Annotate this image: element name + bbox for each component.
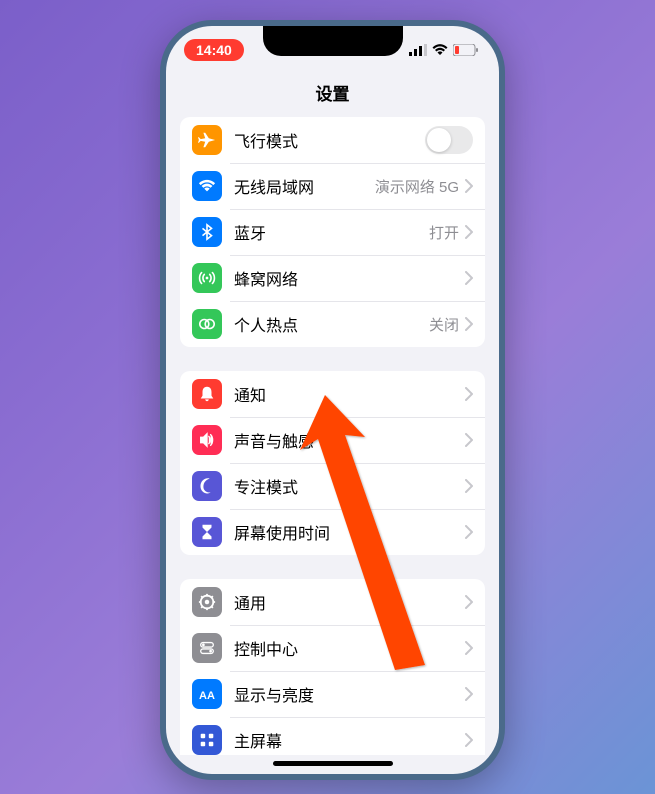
settings-group-connectivity: 飞行模式 无线局域网 演示网络 5G 蓝牙 打开 [180,117,485,347]
cellular-icon [192,263,222,293]
row-label: 无线局域网 [234,174,375,198]
wifi-status-icon [432,44,448,56]
gear-icon [192,587,222,617]
row-label: 声音与触感 [234,428,465,452]
text-size-icon: AA [192,679,222,709]
row-focus[interactable]: 专注模式 [180,463,485,509]
row-label: 通知 [234,382,465,406]
row-airplane-mode[interactable]: 飞行模式 [180,117,485,163]
chevron-right-icon [465,179,473,193]
notch [263,26,403,56]
switches-icon [192,633,222,663]
row-notifications[interactable]: 通知 [180,371,485,417]
status-icons [409,44,479,56]
row-value: 关闭 [429,314,459,335]
chevron-right-icon [465,317,473,331]
chevron-right-icon [465,225,473,239]
moon-icon [192,471,222,501]
bluetooth-icon [192,217,222,247]
battery-low-icon [453,44,479,56]
chevron-right-icon [465,595,473,609]
row-cellular[interactable]: 蜂窝网络 [180,255,485,301]
row-label: 通用 [234,590,465,614]
chevron-right-icon [465,687,473,701]
row-label: 显示与亮度 [234,682,465,706]
row-label: 专注模式 [234,474,465,498]
settings-group-attention: 通知 声音与触感 专注模式 [180,371,485,555]
chevron-right-icon [465,271,473,285]
chevron-right-icon [465,387,473,401]
row-control-center[interactable]: 控制中心 [180,625,485,671]
row-label: 蜂窝网络 [234,266,465,290]
status-time-pill: 14:40 [184,39,244,61]
hourglass-icon [192,517,222,547]
wifi-icon [192,171,222,201]
row-sounds[interactable]: 声音与触感 [180,417,485,463]
settings-content[interactable]: 飞行模式 无线局域网 演示网络 5G 蓝牙 打开 [166,117,499,755]
row-label: 主屏幕 [234,728,465,752]
grid-icon [192,725,222,755]
row-screen-time[interactable]: 屏幕使用时间 [180,509,485,555]
row-bluetooth[interactable]: 蓝牙 打开 [180,209,485,255]
cellular-icon [409,44,427,56]
row-label: 飞行模式 [234,128,425,152]
svg-text:AA: AA [199,690,215,701]
settings-group-general: 通用 控制中心 AA 显示与亮度 [180,579,485,755]
row-label: 蓝牙 [234,220,429,244]
row-label: 屏幕使用时间 [234,520,465,544]
row-display[interactable]: AA 显示与亮度 [180,671,485,717]
speaker-icon [192,425,222,455]
chevron-right-icon [465,479,473,493]
row-label: 控制中心 [234,636,465,660]
row-wifi[interactable]: 无线局域网 演示网络 5G [180,163,485,209]
airplane-icon [192,125,222,155]
bell-icon [192,379,222,409]
hotspot-icon [192,309,222,339]
home-indicator[interactable] [273,761,393,766]
row-general[interactable]: 通用 [180,579,485,625]
row-hotspot[interactable]: 个人热点 关闭 [180,301,485,347]
row-home-screen[interactable]: 主屏幕 [180,717,485,755]
chevron-right-icon [465,641,473,655]
row-label: 个人热点 [234,312,429,336]
airplane-toggle[interactable] [425,126,473,154]
chevron-right-icon [465,525,473,539]
chevron-right-icon [465,733,473,747]
phone-screen: 14:40 设置 飞行模式 [166,26,499,774]
row-value: 演示网络 5G [375,176,459,197]
phone-frame: 14:40 设置 飞行模式 [160,20,505,780]
page-title: 设置 [166,74,499,117]
chevron-right-icon [465,433,473,447]
row-value: 打开 [429,222,459,243]
